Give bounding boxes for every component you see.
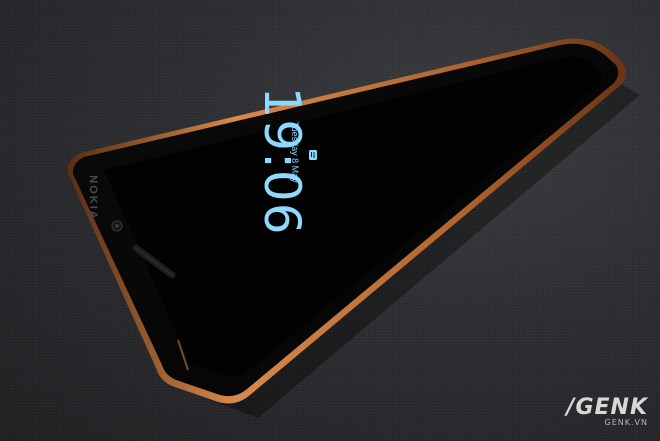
phone-scene: Tuesday 8 May 19:06 NOKIA xyxy=(67,38,640,418)
brand-logo: NOKIA xyxy=(87,175,99,220)
camera-lens xyxy=(115,224,119,228)
watermark: /GENK GENK.VN xyxy=(566,395,648,427)
watermark-logo: /GENK xyxy=(566,395,648,420)
lockscreen-time: 19:06 xyxy=(253,86,311,235)
